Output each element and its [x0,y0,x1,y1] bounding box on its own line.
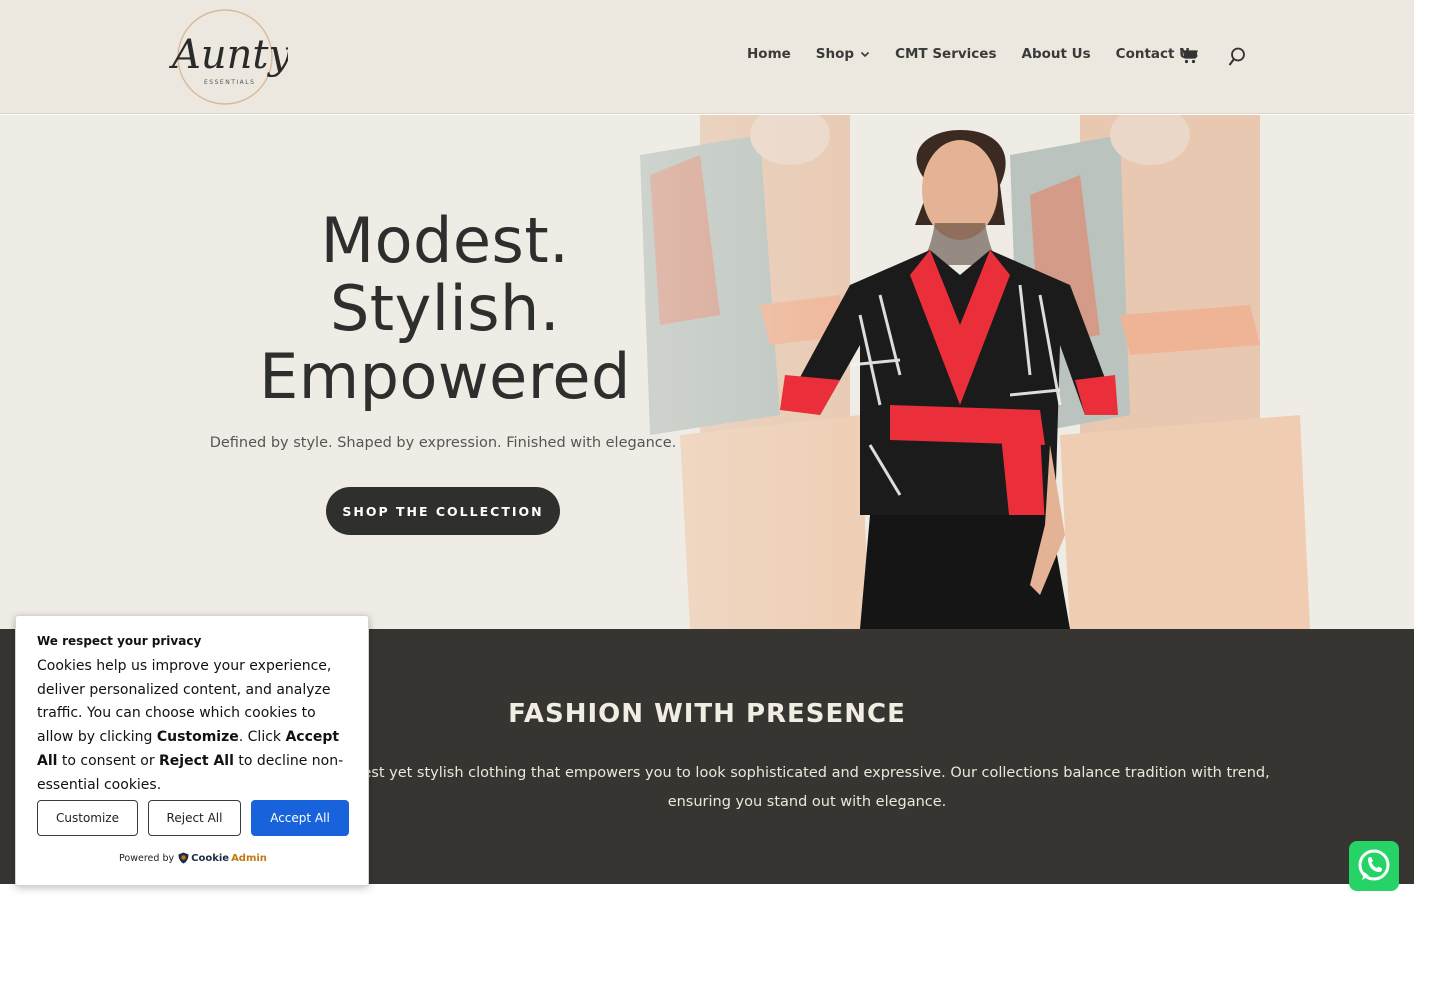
shop-collection-button[interactable]: SHOP THE COLLECTION [326,487,560,535]
site-header: AuntyK ESSENTIALS Home Shop CMT Services… [0,0,1414,114]
customize-button[interactable]: Customize [37,800,138,836]
hero-subtitle: Defined by style. Shaped by expression. … [209,435,677,451]
nav-about-us[interactable]: About Us [1022,46,1091,62]
logo-sub: ESSENTIALS [204,79,255,86]
shield-icon [178,852,189,864]
cookie-banner: We respect your privacy Cookies help us … [15,615,369,886]
hero-section: Modest. Stylish. Empowered Defined by st… [0,115,1414,629]
hero-title: Modest. Stylish. Empowered [200,207,690,411]
hero-title-line: Modest. [320,204,570,277]
nav-shop[interactable]: Shop [816,46,870,62]
nav-home[interactable]: Home [747,46,791,62]
section-text: odest yet stylish clothing that empowers… [344,765,1270,810]
whatsapp-icon [1358,849,1390,881]
accept-all-button[interactable]: Accept All [251,800,349,836]
hero-title-line: Stylish. [329,272,561,345]
chevron-down-icon [861,51,870,58]
cookie-body: Cookies help us improve your experience,… [37,658,344,793]
logo-script: AuntyK [168,32,288,78]
cookie-buttons: Customize Reject All Accept All [37,800,349,836]
search-icon[interactable] [1228,47,1246,67]
nav-cmt-services[interactable]: CMT Services [895,46,996,62]
cookie-title: We respect your privacy [37,634,202,648]
cart-icon[interactable] [1180,48,1198,64]
site-logo[interactable]: AuntyK ESSENTIALS [166,6,323,108]
cookieadmin-logo[interactable]: Cookie Admin [178,852,267,864]
page: AuntyK ESSENTIALS Home Shop CMT Services… [0,0,1414,1000]
reject-all-button[interactable]: Reject All [148,800,241,836]
cookie-powered-by: Powered by Cookie Admin [119,852,267,864]
main-nav: Home Shop CMT Services About Us Contact … [747,46,1223,62]
whatsapp-button[interactable] [1349,841,1399,891]
hero-title-line: Empowered [259,340,631,413]
